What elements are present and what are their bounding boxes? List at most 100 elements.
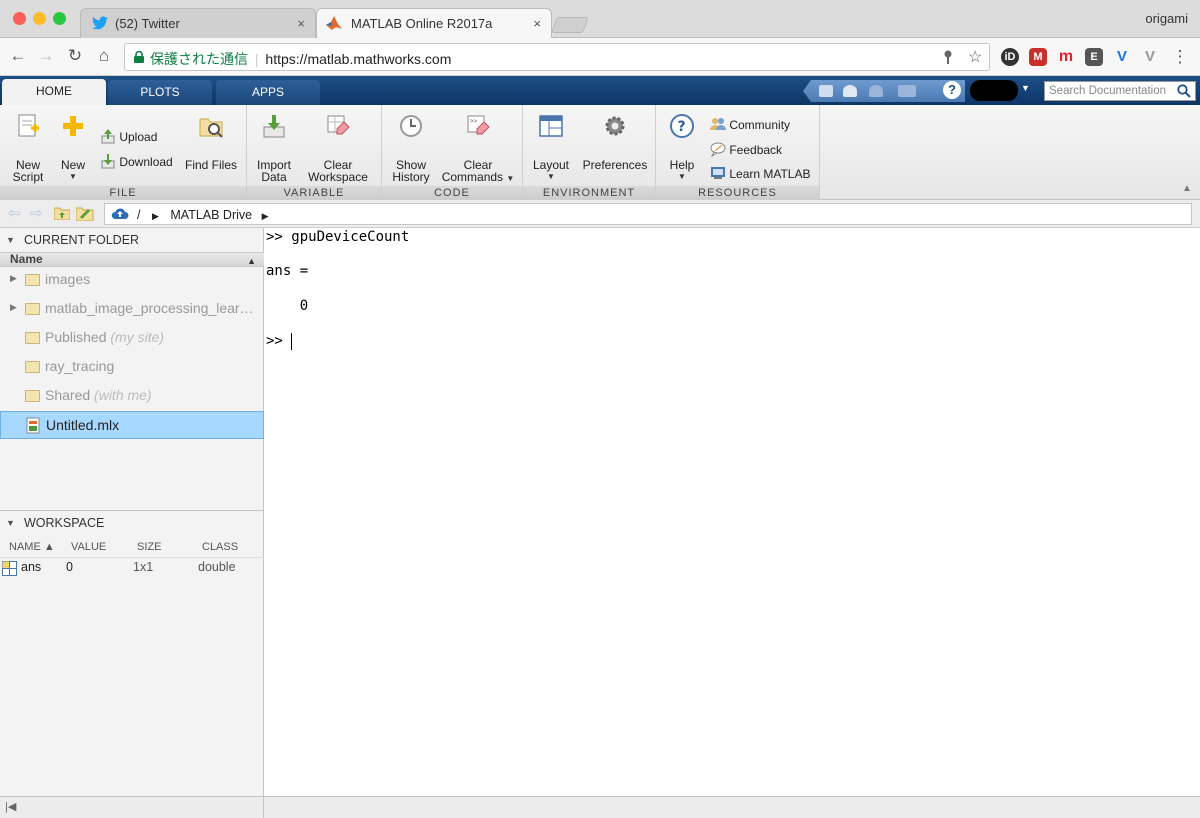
- folder-row-shared[interactable]: Shared (with me): [0, 382, 264, 410]
- switch-windows-icon[interactable]: [898, 85, 916, 97]
- show-history-button[interactable]: Show History: [388, 113, 434, 183]
- folder-row-images[interactable]: ▶ images: [0, 266, 264, 294]
- command-window[interactable]: >> gpuDeviceCount ans = 0 >>: [264, 228, 1200, 796]
- preferences-button[interactable]: Preferences: [581, 113, 649, 171]
- redo-icon[interactable]: [869, 85, 883, 97]
- help-question-icon[interactable]: ?: [943, 81, 961, 99]
- search-documentation-input[interactable]: Search Documentation: [1044, 81, 1196, 101]
- extension-v-icon[interactable]: V: [1113, 48, 1131, 66]
- layout-button[interactable]: Layout ▼: [531, 113, 571, 183]
- extension-m-icon[interactable]: m: [1057, 48, 1075, 66]
- ws-col-size[interactable]: SIZE: [137, 541, 161, 553]
- account-dropdown-icon[interactable]: ▼: [1021, 83, 1030, 93]
- extension-id-icon[interactable]: iD: [1001, 48, 1019, 66]
- workspace-header[interactable]: ▼ WORKSPACE: [0, 511, 264, 535]
- new-script-button[interactable]: New Script: [6, 113, 50, 183]
- ws-var-size: 1x1: [133, 560, 154, 574]
- collapse-triangle-icon[interactable]: ▼: [6, 518, 15, 528]
- browser-tab-twitter[interactable]: (52) Twitter ×: [80, 8, 316, 38]
- collapse-triangle-icon[interactable]: ▼: [6, 235, 15, 245]
- home-button[interactable]: ⌂: [94, 46, 114, 66]
- clear-cmd-label-2-text: Commands: [441, 170, 504, 184]
- command-prompt[interactable]: >>: [266, 333, 291, 349]
- output-value-line: 0: [266, 298, 309, 314]
- clear-commands-icon: >>: [467, 115, 490, 135]
- back-button[interactable]: ←: [8, 46, 28, 66]
- community-button[interactable]: Community: [710, 113, 790, 132]
- back-folder-icon[interactable]: ⇦: [8, 204, 21, 222]
- find-files-label: Find Files: [184, 158, 237, 172]
- find-files-button[interactable]: Find Files: [182, 113, 240, 171]
- file-row-untitled-mlx[interactable]: Untitled.mlx: [0, 411, 264, 439]
- text-cursor: [291, 333, 292, 350]
- tab-plots[interactable]: PLOTS: [108, 80, 212, 105]
- forward-folder-icon[interactable]: ⇨: [30, 204, 43, 222]
- browser-tab-matlab[interactable]: MATLAB Online R2017a ×: [316, 8, 552, 39]
- close-tab-icon[interactable]: ×: [297, 16, 305, 31]
- expand-triangle-icon[interactable]: ▶: [10, 273, 17, 284]
- feedback-button[interactable]: Feedback: [710, 138, 782, 158]
- new-tab-button[interactable]: [551, 17, 589, 33]
- collapse-left-panel-icon[interactable]: |◀: [5, 800, 16, 813]
- help-button[interactable]: ? Help ▼: [662, 113, 702, 183]
- new-dropdown-icon: ▼: [69, 172, 77, 181]
- tab-apps[interactable]: APPS: [216, 80, 320, 105]
- upload-button[interactable]: Upload: [100, 125, 157, 144]
- browser-tab-strip: (52) Twitter × MATLAB Online R2017a × or…: [0, 0, 1200, 39]
- close-tab-icon[interactable]: ×: [533, 16, 541, 31]
- save-icon[interactable]: [819, 85, 833, 97]
- minimize-window-button[interactable]: [33, 12, 46, 25]
- reload-button[interactable]: ↻: [65, 46, 85, 66]
- collapse-ribbon-icon[interactable]: ▲: [1180, 183, 1194, 195]
- extension-evernote-icon[interactable]: E: [1085, 48, 1103, 66]
- live-script-file-icon: [26, 417, 40, 434]
- name-column-header[interactable]: Name ▲: [0, 252, 264, 267]
- address-path-field[interactable]: / ▶ MATLAB Drive ▶: [104, 203, 1192, 225]
- resources-section-label: RESOURCES: [656, 186, 819, 200]
- zoom-window-button[interactable]: [53, 12, 66, 25]
- path-separator-icon[interactable]: ▶: [262, 211, 269, 221]
- extension-vee-icon[interactable]: V: [1141, 48, 1159, 66]
- status-bar: |◀: [0, 796, 1200, 818]
- preferences-label: Preferences: [582, 158, 648, 172]
- address-bar[interactable]: 保護された通信 | https://matlab.mathworks.com ☆: [124, 43, 990, 71]
- folder-row-ray-tracing[interactable]: ray_tracing: [0, 353, 264, 381]
- key-icon[interactable]: [943, 50, 953, 64]
- close-window-button[interactable]: [13, 12, 26, 25]
- browser-profile-name[interactable]: origami: [1145, 11, 1188, 26]
- ws-col-class[interactable]: CLASS: [202, 541, 238, 553]
- workspace-title: WORKSPACE: [24, 516, 105, 530]
- clear-commands-button[interactable]: >> Clear Commands ▼: [440, 113, 516, 185]
- tab-home[interactable]: HOME: [2, 79, 106, 105]
- folder-name: matlab_image_processing_lear…: [45, 300, 254, 316]
- browse-folder-icon[interactable]: [76, 205, 94, 221]
- bookmark-star-icon[interactable]: ☆: [968, 47, 982, 67]
- redacted-account-button[interactable]: [970, 80, 1018, 101]
- folder-suffix: (my site): [110, 329, 165, 345]
- ws-col-value[interactable]: VALUE: [71, 541, 106, 553]
- folder-icon: [25, 361, 40, 373]
- learn-matlab-button[interactable]: Learn MATLAB: [710, 162, 811, 181]
- path-root[interactable]: /: [137, 208, 140, 222]
- path-folder-matlab-drive[interactable]: MATLAB Drive: [170, 208, 252, 222]
- folder-row-matlab-image-processing[interactable]: ▶ matlab_image_processing_lear…: [0, 295, 264, 323]
- browser-menu-button[interactable]: ⋮: [1170, 47, 1190, 67]
- undo-icon[interactable]: [843, 85, 857, 97]
- clear-workspace-button[interactable]: Clear Workspace ▼: [303, 113, 373, 197]
- ws-var-name[interactable]: ans: [21, 560, 41, 574]
- current-folder-toolbar: ⇦ ⇨ / ▶ MATLAB Drive ▶: [0, 200, 1200, 228]
- up-folder-icon[interactable]: [54, 206, 70, 220]
- forward-button[interactable]: →: [36, 46, 56, 66]
- folder-row-published[interactable]: Published (my site): [0, 324, 264, 352]
- matlab-logo-icon: [326, 16, 342, 30]
- expand-triangle-icon[interactable]: ▶: [10, 302, 17, 313]
- import-data-button[interactable]: Import Data: [253, 113, 295, 183]
- path-separator-icon[interactable]: ▶: [152, 211, 159, 221]
- current-folder-header[interactable]: ▼ CURRENT FOLDER: [0, 228, 264, 252]
- ws-col-name[interactable]: NAME ▲: [9, 541, 55, 553]
- download-button[interactable]: Download: [100, 150, 173, 169]
- extension-mendeley-icon[interactable]: M: [1029, 48, 1047, 66]
- new-button[interactable]: New ▼: [56, 113, 90, 183]
- learn-matlab-label: Learn MATLAB: [729, 167, 811, 181]
- new-plus-icon: [63, 116, 83, 136]
